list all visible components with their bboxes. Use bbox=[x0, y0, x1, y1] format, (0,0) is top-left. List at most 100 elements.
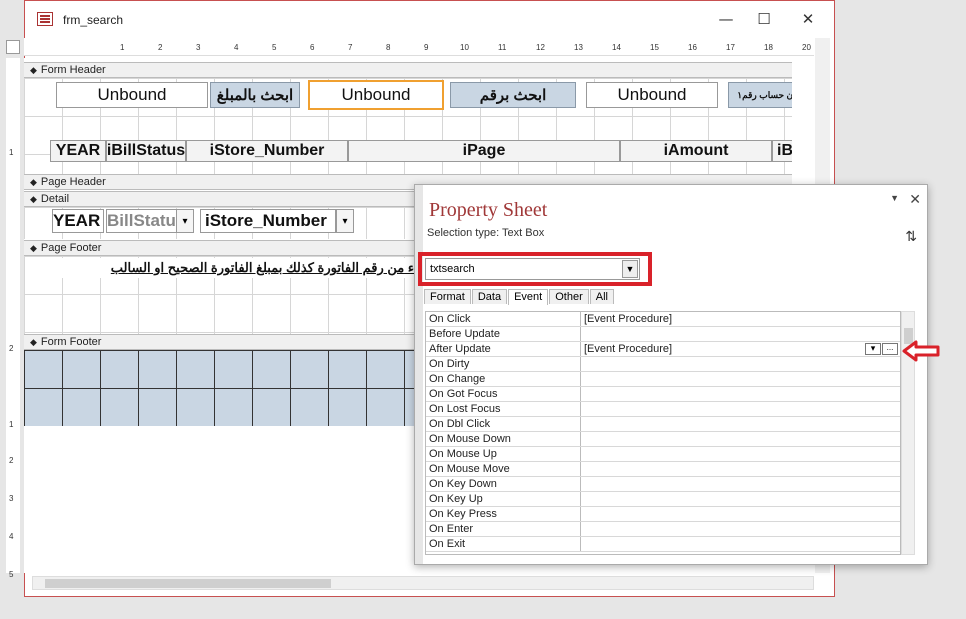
property-name: Before Update bbox=[429, 328, 500, 340]
property-row[interactable]: On Exit bbox=[426, 537, 900, 552]
property-name: On Mouse Down bbox=[429, 433, 511, 445]
detail-store-field[interactable]: iStore_Number bbox=[200, 209, 336, 233]
maximize-button[interactable]: ☐ bbox=[749, 7, 779, 31]
property-name: On Exit bbox=[429, 538, 466, 550]
property-name: After Update bbox=[429, 343, 491, 355]
property-name: On Key Down bbox=[429, 478, 497, 490]
detail-year-field[interactable]: YEAR bbox=[52, 209, 104, 233]
close-button[interactable]: ✕ bbox=[793, 7, 823, 31]
property-name: On Enter bbox=[429, 523, 474, 535]
vertical-ruler: 1 2 1 2 3 4 5 bbox=[6, 58, 20, 579]
property-sheet-pane: Property Sheet ▼ ✕ Selection type: Text … bbox=[414, 184, 928, 565]
property-row[interactable]: On Mouse Up bbox=[426, 447, 900, 462]
property-row[interactable]: On Dbl Click bbox=[426, 417, 900, 432]
property-row[interactable]: Before Update bbox=[426, 327, 900, 342]
detail-billstatus-field[interactable]: BillStatus bbox=[106, 209, 178, 233]
ruler-tick: 2 bbox=[158, 43, 163, 52]
property-row[interactable]: On Change bbox=[426, 372, 900, 387]
billstatus-dropdown-icon[interactable]: ▾ bbox=[176, 209, 194, 233]
property-value[interactable]: [Event Procedure] bbox=[580, 312, 900, 326]
tab-all[interactable]: All bbox=[589, 289, 614, 304]
header-amount[interactable]: iAmount bbox=[620, 140, 772, 162]
txtsearch-textbox[interactable]: Unbound bbox=[308, 80, 444, 110]
property-value[interactable] bbox=[580, 387, 900, 401]
header-year[interactable]: YEAR bbox=[50, 140, 106, 162]
property-row[interactable]: On Enter bbox=[426, 522, 900, 537]
builder-button[interactable]: ... bbox=[882, 343, 898, 355]
property-row[interactable]: On Key Up bbox=[426, 492, 900, 507]
tab-other[interactable]: Other bbox=[549, 289, 589, 304]
ruler-tick: 10 bbox=[460, 43, 469, 52]
property-value[interactable] bbox=[580, 372, 900, 386]
property-value[interactable] bbox=[580, 432, 900, 446]
pane-close-icon[interactable]: ✕ bbox=[909, 191, 921, 208]
property-value[interactable] bbox=[580, 537, 900, 551]
property-row[interactable]: On Key Press bbox=[426, 507, 900, 522]
property-value[interactable] bbox=[580, 477, 900, 491]
pane-options-icon[interactable]: ▼ bbox=[890, 193, 899, 203]
property-row[interactable]: On Lost Focus bbox=[426, 402, 900, 417]
property-name: On Key Up bbox=[429, 493, 483, 505]
selection-type-label: Selection type: Text Box bbox=[427, 227, 545, 239]
horizontal-ruler: 1 2 3 4 5 6 7 8 9 10 11 12 13 14 15 16 1… bbox=[24, 38, 814, 56]
ruler-tick: 1 bbox=[120, 43, 125, 52]
search-by-amount-button[interactable]: ابحث بالمبلغ bbox=[210, 82, 300, 108]
ruler-tick: 5 bbox=[9, 570, 14, 579]
property-value[interactable]: [Event Procedure] bbox=[580, 342, 900, 356]
property-name: On Key Press bbox=[429, 508, 497, 520]
property-row[interactable]: On Mouse Down bbox=[426, 432, 900, 447]
window-title: frm_search bbox=[63, 13, 124, 27]
chevron-down-icon[interactable]: ▼ bbox=[622, 260, 638, 278]
search-by-number-button[interactable]: ابحث برقم bbox=[450, 82, 576, 108]
property-value[interactable] bbox=[580, 447, 900, 461]
header-page[interactable]: iPage bbox=[348, 140, 620, 162]
property-value[interactable] bbox=[580, 327, 900, 341]
property-name: On Lost Focus bbox=[429, 403, 501, 415]
property-row[interactable]: On Mouse Move bbox=[426, 462, 900, 477]
tab-data[interactable]: Data bbox=[471, 289, 508, 304]
header-bill[interactable]: iBill_ bbox=[772, 140, 792, 162]
tab-format[interactable]: Format bbox=[424, 289, 471, 304]
property-name: On Mouse Move bbox=[429, 463, 510, 475]
horizontal-scrollbar[interactable] bbox=[32, 576, 814, 590]
property-value[interactable] bbox=[580, 507, 900, 521]
header-billstatus[interactable]: iBillStatus bbox=[106, 140, 186, 162]
number-search-textbox[interactable]: Unbound bbox=[586, 82, 718, 108]
dropdown-arrow-icon[interactable]: ▾ bbox=[865, 343, 881, 355]
property-row[interactable]: On Dirty bbox=[426, 357, 900, 372]
property-name: On Click bbox=[429, 313, 471, 325]
ruler-tick: 9 bbox=[424, 43, 429, 52]
property-row[interactable]: On Key Down bbox=[426, 477, 900, 492]
red-arrow-icon bbox=[902, 340, 940, 362]
property-value[interactable] bbox=[580, 417, 900, 431]
property-name: On Got Focus bbox=[429, 388, 498, 400]
ruler-tick: 2 bbox=[9, 456, 14, 465]
form-selector[interactable] bbox=[6, 40, 20, 54]
account-number-label[interactable]: بدون حساب رقم١ bbox=[728, 82, 792, 108]
form-header-section: Unbound ابحث بالمبلغ Unbound ابحث برقم U… bbox=[24, 78, 792, 182]
property-value[interactable] bbox=[580, 462, 900, 476]
property-row[interactable]: After Update [Event Procedure] bbox=[426, 342, 900, 357]
property-value[interactable] bbox=[580, 492, 900, 506]
minimize-button[interactable]: — bbox=[711, 7, 741, 31]
object-selector-combo[interactable]: txtsearch ▼ bbox=[425, 258, 640, 280]
property-name: On Dirty bbox=[429, 358, 470, 370]
horizontal-scroll-thumb[interactable] bbox=[45, 579, 331, 588]
window-titlebar: frm_search — ☐ ✕ bbox=[25, 1, 834, 37]
object-selector-value: txtsearch bbox=[430, 263, 475, 275]
form-icon bbox=[37, 12, 53, 26]
store-dropdown-icon[interactable]: ▾ bbox=[336, 209, 354, 233]
form-header-bar[interactable]: ◆ Form Header bbox=[24, 62, 792, 78]
header-store-number[interactable]: iStore_Number bbox=[186, 140, 348, 162]
footer-note-text: ء من رقم الفاتورة كذلك بمبلغ الفاتورة ال… bbox=[54, 258, 414, 278]
property-name: On Dbl Click bbox=[429, 418, 491, 430]
property-value[interactable] bbox=[580, 357, 900, 371]
property-row[interactable]: On Click [Event Procedure] bbox=[426, 312, 900, 327]
property-row[interactable]: On Got Focus bbox=[426, 387, 900, 402]
sort-az-icon[interactable]: ⇅ bbox=[905, 229, 917, 245]
property-value[interactable] bbox=[580, 522, 900, 536]
tab-event[interactable]: Event bbox=[508, 289, 549, 305]
property-value[interactable] bbox=[580, 402, 900, 416]
property-name: On Mouse Up bbox=[429, 448, 497, 460]
amount-search-textbox[interactable]: Unbound bbox=[56, 82, 208, 108]
